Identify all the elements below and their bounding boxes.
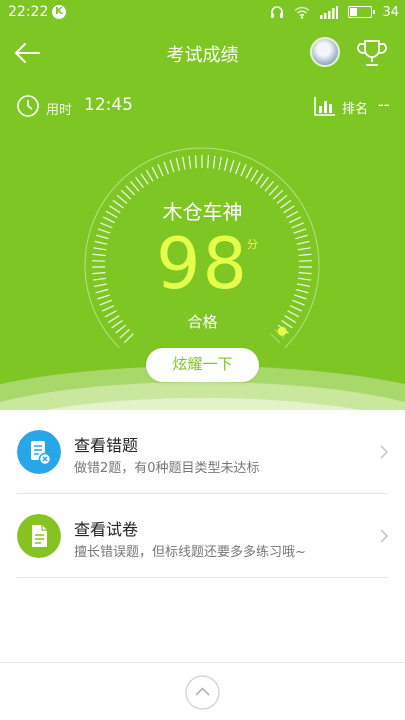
signal-icon <box>320 5 339 19</box>
list-item-view-wrong-questions[interactable]: 查看错题 做错2题，有0种题目类型未达标 <box>0 410 405 494</box>
gauge-tick <box>224 157 229 171</box>
result-header: 22:22 K 34 考试成绩 用时 12:45 排名 -- 木仓车神 98 分… <box>0 0 405 410</box>
battery-icon <box>348 6 376 18</box>
gauge-tick <box>260 176 269 189</box>
status-indicators: 34 <box>270 3 399 21</box>
exam-result-screen: 22:22 K 34 考试成绩 用时 12:45 排名 -- 木仓车神 98 分… <box>0 0 405 720</box>
gauge-tick <box>135 176 144 189</box>
gauge-tick <box>218 156 222 170</box>
exam-info-row: 用时 12:45 排名 -- <box>0 92 405 120</box>
gauge-tick <box>212 155 216 169</box>
nav-bar: 考试成绩 <box>0 30 405 76</box>
gauge-tick <box>130 180 140 192</box>
battery-level: 34 <box>382 4 399 20</box>
gauge-tick <box>163 161 169 175</box>
result-actions-list: 查看错题 做错2题，有0种题目类型未达标 查看试卷 擅长错误题，但标线题还要多多… <box>0 410 405 578</box>
gauge-tick <box>145 169 154 182</box>
divider <box>17 577 388 578</box>
gauge-tick <box>125 185 136 196</box>
wrong-questions-icon <box>17 430 61 474</box>
time-label: 用时 <box>46 103 73 118</box>
chevron-right-icon <box>380 445 389 459</box>
app-badge-icon: K <box>52 5 66 19</box>
rank-value: -- <box>378 95 390 114</box>
rank-label: 排名 <box>342 102 369 117</box>
clock-icon <box>17 95 39 117</box>
gauge-tick <box>270 333 281 344</box>
headphone-icon <box>271 6 284 18</box>
gauge-tick <box>245 166 253 179</box>
gauge-tick <box>140 173 149 185</box>
gauge-tick <box>151 166 159 179</box>
list-item-subtitle: 擅长错误题，但标线题还要多多练习哦~ <box>74 545 306 560</box>
time-value: 12:45 <box>84 95 133 115</box>
chevron-right-icon <box>380 529 389 543</box>
gauge-tick <box>250 169 259 182</box>
status-bar: 22:22 K 34 <box>0 0 405 25</box>
gauge-tick <box>157 163 164 177</box>
gauge-tick <box>194 155 197 169</box>
list-item-title: 查看试卷 <box>74 520 139 539</box>
share-button[interactable]: 炫耀一下 <box>146 348 259 382</box>
score-unit: 分 <box>247 238 258 251</box>
gauge-tick <box>188 155 192 169</box>
gauge-tick <box>229 159 235 173</box>
gauge-tick <box>175 157 180 171</box>
list-item-view-paper[interactable]: 查看试卷 擅长错误题，但标线题还要多多练习哦~ <box>0 494 405 578</box>
gauge-tick <box>268 185 279 196</box>
score-value: 98 <box>155 223 250 305</box>
gauge-tick <box>182 156 186 170</box>
paper-icon <box>17 514 61 558</box>
gauge-tick <box>255 173 264 185</box>
status-time: 22:22 <box>8 4 49 20</box>
gauge-tick <box>123 333 134 344</box>
wifi-icon <box>294 6 310 19</box>
gauge-tick <box>235 161 241 175</box>
page-title: 考试成绩 <box>166 45 239 66</box>
avatar[interactable] <box>310 37 340 67</box>
list-item-title: 查看错题 <box>74 436 139 455</box>
footer-divider <box>0 662 405 663</box>
gauge-tick <box>169 159 175 173</box>
user-nickname: 木仓车神 <box>162 200 243 224</box>
list-item-subtitle: 做错2题，有0种题目类型未达标 <box>74 461 260 476</box>
rank-chart-icon <box>314 97 335 116</box>
gauge-tick <box>207 155 210 169</box>
gauge-tick <box>264 180 274 192</box>
chevron-up-icon[interactable] <box>185 675 220 710</box>
gauge-tick <box>240 163 247 177</box>
trophy-icon[interactable] <box>356 37 388 69</box>
pass-status: 合格 <box>187 313 218 331</box>
